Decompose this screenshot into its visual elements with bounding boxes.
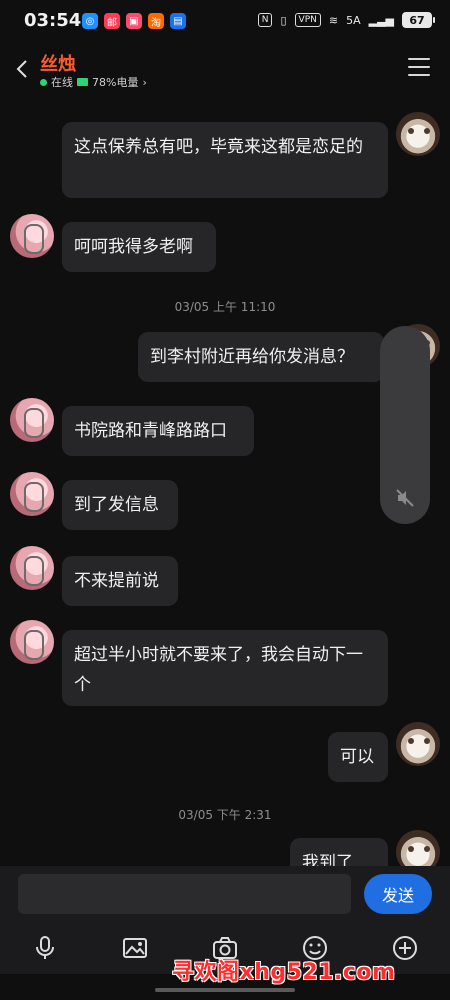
app-icon: 淘 <box>148 13 164 29</box>
message-bubble-sent[interactable]: 可以 <box>328 732 388 782</box>
online-status: 在线 <box>51 76 73 89</box>
image-icon[interactable] <box>121 934 149 962</box>
battery-icon: 67 <box>402 12 435 28</box>
menu-line <box>408 74 430 76</box>
contact-name[interactable]: 丝烛 <box>40 50 76 76</box>
contact-avatar[interactable] <box>10 398 54 442</box>
mic-icon[interactable] <box>31 934 59 962</box>
home-indicator[interactable] <box>155 988 295 992</box>
message-bubble-received[interactable]: 呵呵我得多老啊 <box>62 222 216 272</box>
message-input[interactable] <box>18 874 351 914</box>
signal-label: 5A <box>346 13 361 27</box>
chevron-left-icon <box>16 60 27 78</box>
message-bubble-sent[interactable]: 这点保养总有吧，毕竟来这都是恋足的 <box>62 122 388 198</box>
contact-avatar[interactable] <box>10 472 54 516</box>
battery-mini-icon <box>77 78 88 86</box>
app-icon: 邮 <box>104 13 120 29</box>
back-button[interactable] <box>12 56 32 82</box>
send-button[interactable]: 发送 <box>364 874 432 914</box>
status-right: N ▯ VPN ≋ 5A ▂▃▅ 67 <box>257 12 435 28</box>
battery-status: 78%电量 <box>92 76 139 89</box>
mute-icon <box>396 489 414 507</box>
message-bubble-sent[interactable]: 我到了 <box>290 838 388 866</box>
message-bubble-sent[interactable]: 到李村附近再给你发消息？ <box>138 332 384 382</box>
app-icon: ◎ <box>82 13 98 29</box>
message-timestamp: 03/05 上午 11:10 <box>174 300 276 314</box>
contact-status[interactable]: 在线 78%电量 › <box>40 74 147 90</box>
my-avatar[interactable] <box>396 112 440 156</box>
menu-line <box>408 58 430 60</box>
status-time: 03:54 <box>24 10 82 31</box>
message-bubble-received[interactable]: 不来提前说 <box>62 556 178 606</box>
contact-avatar[interactable] <box>10 546 54 590</box>
message-bubble-received[interactable]: 到了发信息 <box>62 480 178 530</box>
watermark-text: 寻欢阁xhg521.com <box>172 960 396 985</box>
signal-icon: ▂▃▅ <box>368 13 394 27</box>
contact-avatar[interactable] <box>10 214 54 258</box>
nfc-icon: N <box>257 13 273 27</box>
message-timestamp: 03/05 下午 2:31 <box>178 808 272 822</box>
my-avatar[interactable] <box>396 722 440 766</box>
wifi-icon: ≋ <box>328 13 339 27</box>
contact-avatar[interactable] <box>10 620 54 664</box>
input-bar: 发送 <box>0 866 450 924</box>
volume-slider[interactable] <box>380 326 430 524</box>
chevron-right-icon: › <box>142 75 147 89</box>
chat-header: 丝烛 在线 78%电量 › <box>0 44 450 94</box>
message-bubble-received[interactable]: 超过半小时就不要来了，我会自动下一个 <box>62 630 388 706</box>
menu-line <box>408 66 430 68</box>
status-bar: 03:54 ◎ 邮 ▣ 淘 ▤ N ▯ VPN ≋ 5A ▂▃▅ 67 <box>0 0 450 44</box>
online-dot-icon <box>40 78 47 86</box>
vibrate-icon: ▯ <box>280 13 287 27</box>
my-avatar[interactable] <box>396 830 440 866</box>
status-app-icons: ◎ 邮 ▣ 淘 ▤ <box>82 13 186 29</box>
vpn-label: VPN <box>294 13 321 27</box>
app-icon: ▤ <box>170 13 186 29</box>
message-list[interactable]: 这点保养总有吧，毕竟来这都是恋足的 呵呵我得多老啊 03/05 上午 11:10… <box>0 94 450 866</box>
message-bubble-received[interactable]: 书院路和青峰路路口 <box>62 406 254 456</box>
menu-button[interactable] <box>408 58 430 76</box>
app-icon: ▣ <box>126 13 142 29</box>
